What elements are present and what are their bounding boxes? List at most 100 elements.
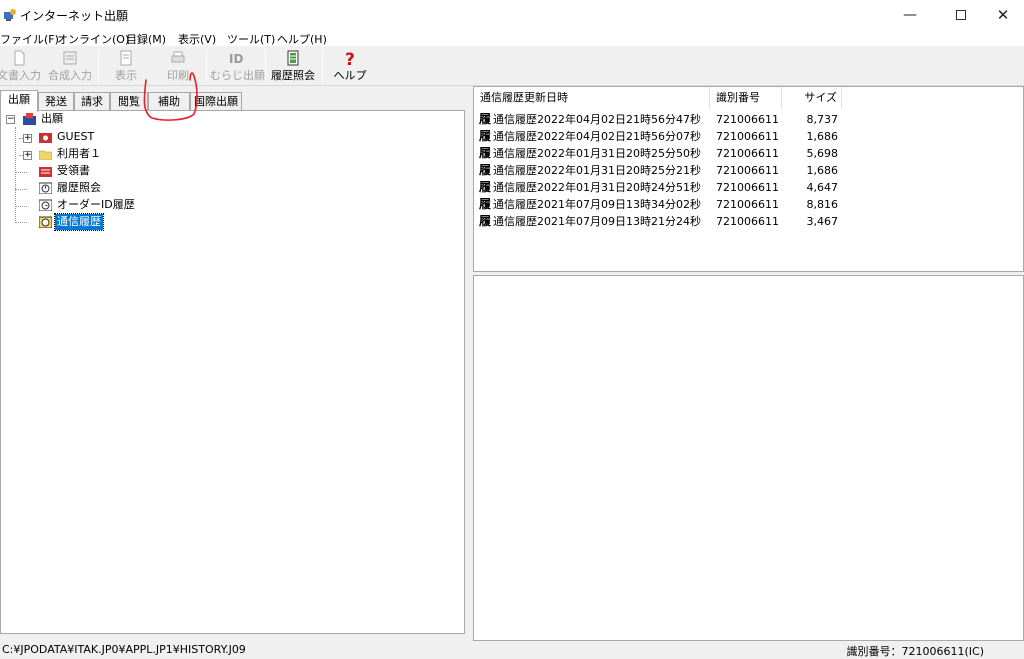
cell-id: 721006611 <box>716 215 779 228</box>
root-collapse-toggle[interactable]: − <box>6 115 15 124</box>
cell-datetime: 履通信履歴2022年01月31日20時24分51秒 <box>479 179 701 196</box>
column-header-size[interactable]: サイズ <box>782 87 842 109</box>
cell-id: 721006611 <box>716 181 779 194</box>
tab-browse[interactable]: 閲覧 <box>110 92 148 111</box>
maximize-button[interactable] <box>938 0 984 30</box>
toolbar-separator <box>265 50 266 82</box>
datetime-text: 通信履歴2021年07月09日13時34分02秒 <box>493 198 701 211</box>
tree-connector <box>15 189 27 190</box>
menu-bar: ファイル(F) オンライン(O) 目録(M) 表示(V) ツール(T) ヘルプ(… <box>0 30 1024 46</box>
cell-size: 3,467 <box>806 215 839 228</box>
datetime-text: 通信履歴2022年01月31日20時25分21秒 <box>493 164 701 177</box>
toolbar-separator <box>206 50 207 82</box>
list-item[interactable]: 履通信履歴2022年04月02日21時56分47秒 721006611 8,737 <box>474 111 1022 128</box>
toolbar: 文書入力 合成入力 表示 印刷 ID むらじ出願 履歴照会 ? ヘルプ <box>0 46 1024 86</box>
cell-size: 5,698 <box>806 147 839 160</box>
tree-connector <box>15 222 27 223</box>
toolbar-separator <box>98 50 99 82</box>
compose-input-button[interactable]: 合成入力 <box>46 48 94 84</box>
history-record-icon: 履 <box>479 180 492 194</box>
tree-connector <box>15 206 27 207</box>
cell-size: 8,816 <box>806 198 839 211</box>
list-item[interactable]: 履通信履歴2022年04月02日21時56分07秒 721006611 1,686 <box>474 128 1022 145</box>
cell-datetime: 履通信履歴2022年01月31日20時25分21秒 <box>479 162 701 179</box>
svg-text:?: ? <box>345 50 355 66</box>
close-button[interactable]: ✕ <box>980 0 1024 30</box>
menu-file[interactable]: ファイル(F) <box>0 31 59 47</box>
left-pane: 出願 発送 請求 閲覧 補助 国際出願 − 出願 + GUEST + 利用者１ <box>0 88 466 634</box>
cell-size: 4,647 <box>806 181 839 194</box>
column-header-id[interactable]: 識別番号 <box>710 87 782 109</box>
toolbar-separator <box>322 50 323 82</box>
status-bar: C:¥JPODATA¥ITAK.JP0¥APPL.JP1¥HISTORY.J09… <box>0 642 1024 658</box>
cell-id: 721006611 <box>716 198 779 211</box>
compose-icon <box>63 51 77 65</box>
guest-expand-toggle[interactable]: + <box>23 134 32 143</box>
datetime-text: 通信履歴2022年01月31日20時25分50秒 <box>493 147 701 160</box>
application-folder-icon <box>23 113 36 125</box>
history-query-icon <box>39 182 52 194</box>
folder-icon <box>39 150 52 160</box>
print-button[interactable]: 印刷 <box>158 48 198 84</box>
view-button[interactable]: 表示 <box>107 48 145 84</box>
history-icon <box>287 50 299 66</box>
document-input-button[interactable]: 文書入力 <box>0 48 42 84</box>
menu-help[interactable]: ヘルプ(H) <box>277 31 327 47</box>
window-title: インターネット出願 <box>20 9 129 23</box>
svg-text:ID: ID <box>229 52 243 66</box>
datetime-text: 通信履歴2022年04月02日21時56分47秒 <box>493 113 701 126</box>
minimize-button[interactable]: — <box>887 0 933 30</box>
tree-view[interactable]: − 出願 + GUEST + 利用者１ 受領書 履歴照会 オーダーID履歴 通信… <box>0 110 465 634</box>
cell-size: 1,686 <box>806 164 839 177</box>
list-item[interactable]: 履通信履歴2021年07月09日13時21分24秒 721006611 3,467 <box>474 213 1022 230</box>
cell-datetime: 履通信履歴2022年04月02日21時56分07秒 <box>479 128 701 145</box>
list-item[interactable]: 履通信履歴2022年01月31日20時25分21秒 721006611 1,686 <box>474 162 1022 179</box>
history-record-icon: 履 <box>479 214 492 228</box>
history-record-icon: 履 <box>479 129 492 143</box>
datetime-text: 通信履歴2022年04月02日21時56分07秒 <box>493 130 701 143</box>
tree-connector <box>15 127 16 223</box>
cell-datetime: 履通信履歴2022年01月31日20時25分50秒 <box>479 145 701 162</box>
column-header-datetime[interactable]: 通信履歴更新日時 <box>474 87 710 109</box>
tab-application[interactable]: 出願 <box>0 90 38 112</box>
print-icon <box>171 51 185 63</box>
tree-connector <box>15 172 27 173</box>
list-item[interactable]: 履通信履歴2022年01月31日20時24分51秒 721006611 4,647 <box>474 179 1022 196</box>
view-icon <box>120 50 132 66</box>
pane-splitter[interactable] <box>466 86 473 641</box>
tab-international[interactable]: 国際出願 <box>190 92 242 111</box>
maximize-icon <box>956 10 966 20</box>
list-item[interactable]: 履通信履歴2021年07月09日13時34分02秒 721006611 8,816 <box>474 196 1022 213</box>
document-icon <box>14 50 25 66</box>
tab-request[interactable]: 請求 <box>74 92 110 111</box>
cell-datetime: 履通信履歴2021年07月09日13時34分02秒 <box>479 196 701 213</box>
detail-pane <box>473 275 1024 641</box>
history-record-icon: 履 <box>479 163 492 177</box>
id-application-button[interactable]: ID むらじ出願 <box>210 48 265 84</box>
list-item[interactable]: 履通信履歴2022年01月31日20時25分50秒 721006611 5,698 <box>474 145 1022 162</box>
order-history-icon <box>39 199 52 211</box>
user-folder-icon <box>39 133 52 143</box>
tab-dispatch[interactable]: 発送 <box>38 92 74 111</box>
history-list[interactable]: 通信履歴更新日時 識別番号 サイズ 履通信履歴2022年04月02日21時56分… <box>473 86 1024 272</box>
cell-id: 721006611 <box>716 113 779 126</box>
menu-online[interactable]: オンライン(O) <box>57 31 129 47</box>
tab-assist[interactable]: 補助 <box>148 92 190 111</box>
user1-expand-toggle[interactable]: + <box>23 151 32 160</box>
history-record-icon: 履 <box>479 197 492 211</box>
title-bar: インターネット出願 — ✕ <box>0 0 1024 30</box>
history-query-button[interactable]: 履歴照会 <box>268 48 318 84</box>
menu-tools[interactable]: ツール(T) <box>227 31 275 47</box>
history-record-icon: 履 <box>479 146 492 160</box>
cell-datetime: 履通信履歴2022年04月02日21時56分47秒 <box>479 111 701 128</box>
menu-view[interactable]: 表示(V) <box>178 31 216 47</box>
cell-id: 721006611 <box>716 147 779 160</box>
app-icon <box>4 9 16 21</box>
help-icon: ? <box>345 50 355 66</box>
help-button[interactable]: ? ヘルプ <box>330 48 370 84</box>
id-icon: ID <box>229 52 243 66</box>
menu-catalog[interactable]: 目録(M) <box>126 31 166 47</box>
cell-id: 721006611 <box>716 130 779 143</box>
datetime-text: 通信履歴2022年01月31日20時24分51秒 <box>493 181 701 194</box>
status-path: C:¥JPODATA¥ITAK.JP0¥APPL.JP1¥HISTORY.J09 <box>2 643 246 656</box>
